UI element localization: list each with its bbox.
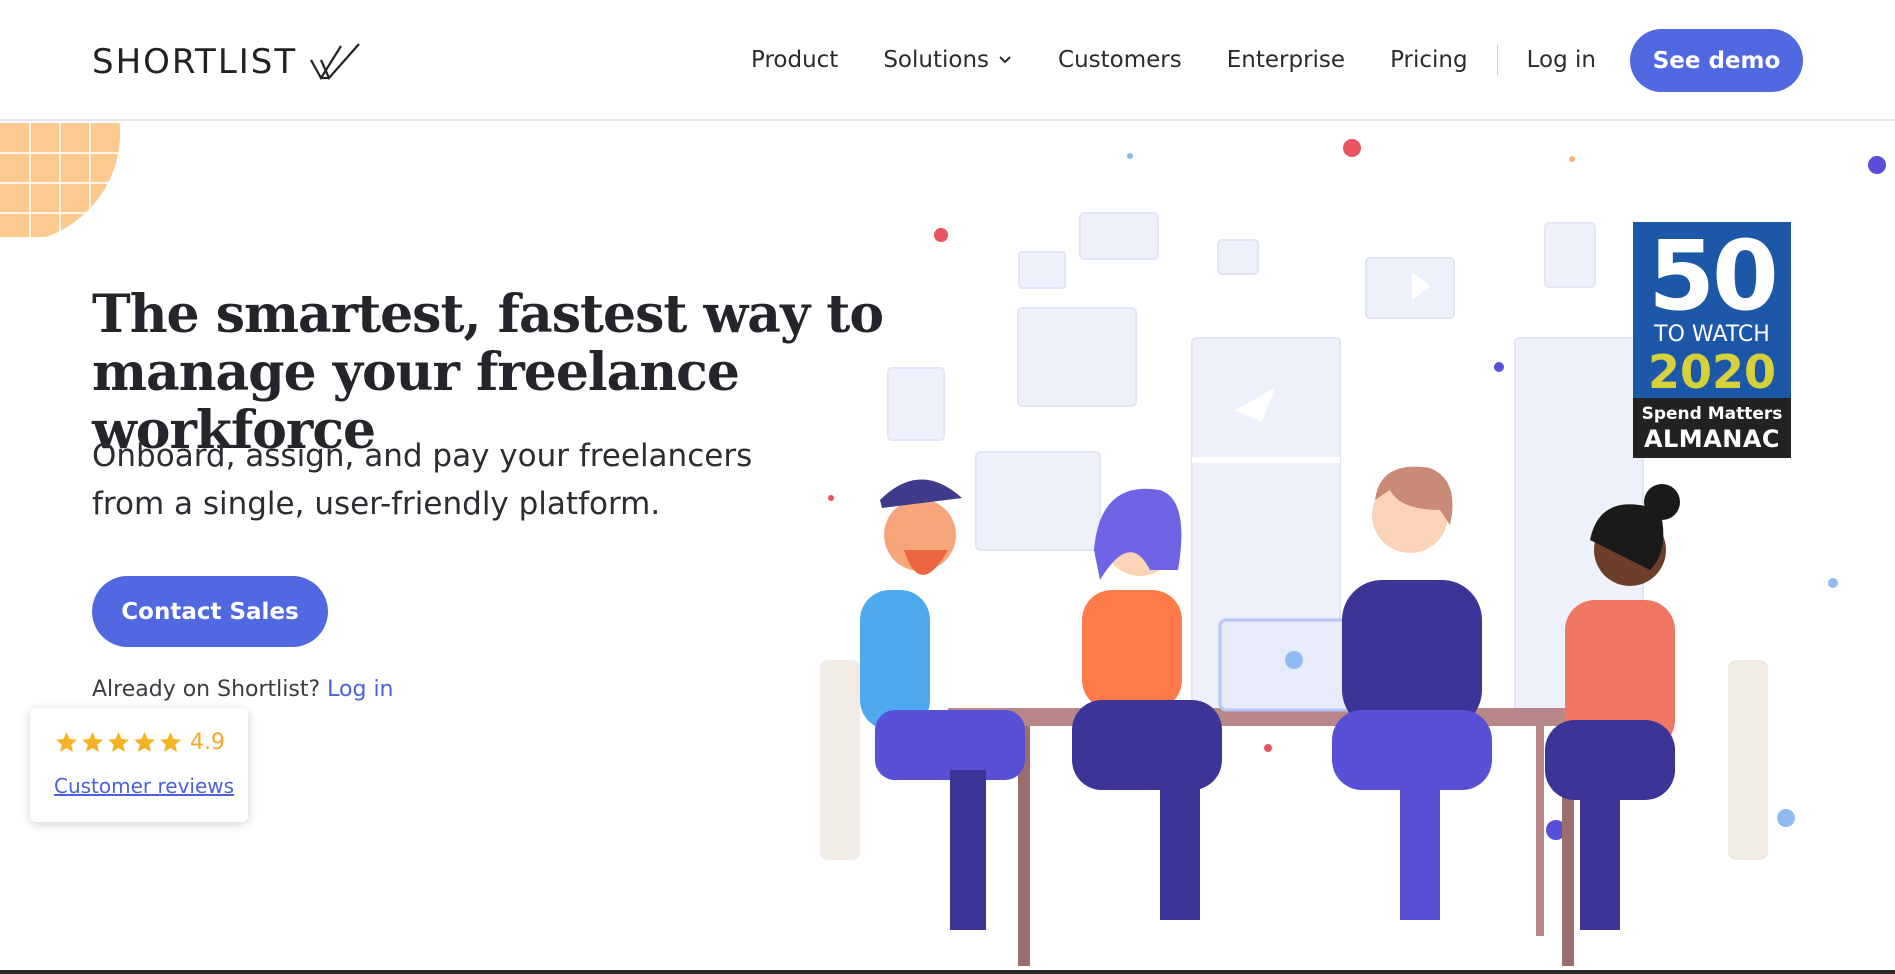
nav-enterprise[interactable]: Enterprise [1227, 47, 1345, 73]
logo[interactable]: SHORTLIST [92, 42, 363, 82]
nav-pricing-label: Pricing [1390, 47, 1468, 73]
nav-divider [1496, 45, 1498, 75]
nav-customers[interactable]: Customers [1058, 47, 1182, 73]
star-icon [134, 732, 155, 752]
badge-brand: Spend Matters [1641, 404, 1783, 424]
star-icon [56, 732, 77, 752]
nav-product-label: Product [751, 47, 839, 73]
star-icon [160, 732, 181, 752]
rating-stars: 4.9 [54, 730, 225, 755]
logo-text: SHORTLIST [92, 42, 298, 82]
badge-almanac: ALMANAC [1643, 425, 1781, 453]
badge-footer: Spend Matters ALMANAC [1633, 398, 1791, 458]
nav-solutions-label: Solutions [883, 47, 990, 73]
nav-product[interactable]: Product [751, 47, 838, 73]
contact-sales-button[interactable]: Contact Sales [92, 576, 328, 647]
badge-year: 2020 [1647, 345, 1777, 399]
login-link[interactable]: Log in [327, 677, 393, 702]
page-bottom-edge [0, 970, 1895, 974]
nav-enterprise-label: Enterprise [1226, 47, 1346, 73]
check-logo-icon [310, 43, 360, 81]
badge-number: 50 [1648, 222, 1779, 332]
see-demo-button[interactable]: See demo [1630, 29, 1803, 92]
star-icon [82, 732, 103, 752]
spend-matters-badge: 50 TO WATCH 2020 Spend Matters ALMANAC [1633, 222, 1791, 458]
nav-customers-label: Customers [1058, 47, 1182, 73]
customer-reviews-link[interactable]: Customer reviews [54, 774, 234, 798]
already-text: Already on Shortlist? [92, 677, 321, 702]
main-nav: Product Solutions Customers Enterprise P… [751, 45, 1641, 75]
decorative-corner-shape [0, 123, 120, 237]
hero-subhead: Onboard, assign, and pay your freelancer… [92, 438, 753, 522]
nav-login-label: Log in [1526, 47, 1596, 73]
nav-pricing[interactable]: Pricing [1390, 47, 1468, 73]
reviews-card: 4.9 Customer reviews [30, 708, 248, 822]
rating-value: 4.9 [190, 730, 225, 755]
chevron-down-icon [999, 56, 1011, 64]
site-header: SHORTLIST Product Solutions Customers En… [0, 0, 1895, 121]
nav-login[interactable]: Log in [1527, 47, 1596, 73]
star-icon [108, 732, 129, 752]
already-customer-line: Already on Shortlist? Log in [92, 677, 394, 702]
badge-to-watch: TO WATCH [1654, 322, 1770, 347]
nav-solutions[interactable]: Solutions [883, 47, 1013, 73]
